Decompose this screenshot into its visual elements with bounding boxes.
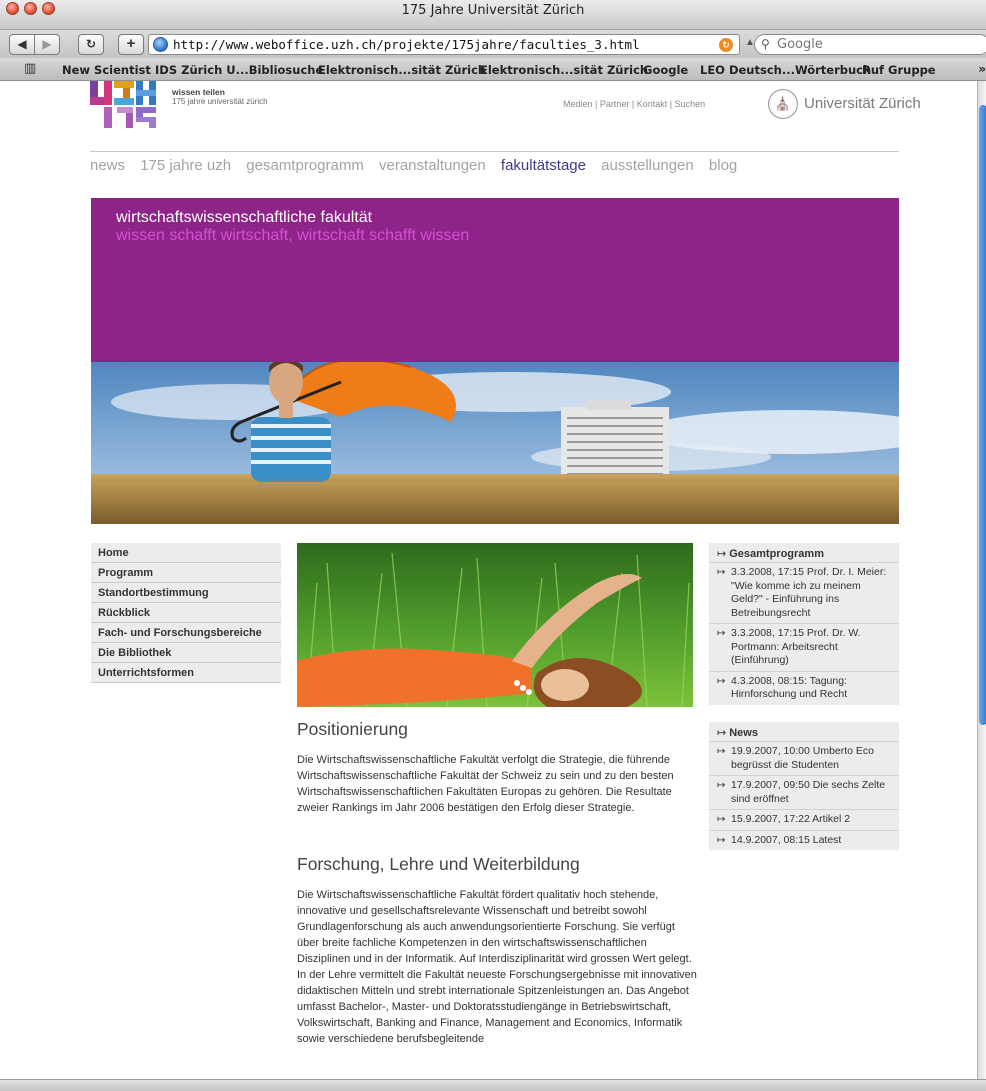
add-bookmark-button[interactable]: + <box>118 34 144 55</box>
banner-subtitle: wissen schafft wirtschaft, wirtschaft sc… <box>116 227 470 244</box>
search-input[interactable] <box>777 36 977 53</box>
nav-175-jahre-uzh[interactable]: 175 jahre uzh <box>140 157 231 174</box>
sidebar-gesamtprogramm-label: Gesamtprogramm <box>729 548 824 560</box>
leftnav-item-programm[interactable]: Programm <box>91 563 281 583</box>
heading-positionierung: Positionierung <box>297 719 408 739</box>
sidebar-news-entry-text: 15.9.2007, 17:22 Artikel 2 <box>731 813 851 825</box>
sidebar-news-entry[interactable]: ↦ 14.9.2007, 08:15 Latest <box>709 829 899 851</box>
bookmark-item[interactable]: Elektronisch...sität Zürich <box>318 63 486 77</box>
sidebar-programm-entry[interactable]: ↦ 3.3.2008, 17:15 Prof. Dr. W. Portmann:… <box>709 623 899 671</box>
paragraph-forschung-lehre: Die Wirtschaftswissenschaftliche Fakultä… <box>297 889 697 1045</box>
bookmark-item[interactable]: Ruf Gruppe <box>862 63 936 77</box>
leftnav-item-fach-und-forschungsbereiche[interactable]: Fach- und Forschungsbereiche <box>91 623 281 643</box>
sidebar-programm-entry-text: 3.3.2008, 17:15 Prof. Dr. I. Meier: "Wie… <box>731 566 887 619</box>
nav-ausstellungen[interactable]: ausstellungen <box>601 157 694 174</box>
rss-icon[interactable]: ↻ <box>719 38 733 52</box>
globe-icon <box>153 37 168 52</box>
university-name[interactable]: Universität Zürich <box>804 95 921 112</box>
sidebar-news-label: News <box>729 727 758 739</box>
scrollbar-thumb[interactable] <box>979 105 986 725</box>
sidebar-programm-entry[interactable]: ↦ 3.3.2008, 17:15 Prof. Dr. I. Meier: "W… <box>709 562 899 623</box>
leftnav-item-bibliothek[interactable]: Die Bibliothek <box>91 643 281 663</box>
nav-blog[interactable]: blog <box>709 157 737 174</box>
header-divider <box>90 151 899 152</box>
sidebar-news-entry[interactable]: ↦ 15.9.2007, 17:22 Artikel 2 <box>709 809 899 830</box>
link-arrow-icon: ↦ <box>717 675 726 687</box>
logo-tagline: wissen teilen 175 jahre universität züri… <box>172 87 268 107</box>
reload-button[interactable]: ↻ <box>78 34 104 55</box>
nav-news[interactable]: news <box>90 157 125 174</box>
back-arrow-icon: ◀ <box>17 37 27 51</box>
bookmark-item[interactable]: IDS Zürich U...Bibliosuche <box>155 63 323 77</box>
nav-fakultaetstage[interactable]: fakultätstage <box>501 157 586 174</box>
link-arrow-icon: ↦ <box>717 780 726 791</box>
link-suchen[interactable]: Suchen <box>675 99 706 109</box>
university-seal-icon[interactable]: ⛪ <box>768 89 798 119</box>
search-box[interactable]: ⚲ <box>754 34 986 55</box>
back-button[interactable]: ◀ <box>9 34 35 55</box>
bookmark-item[interactable]: New Scientist <box>62 63 151 77</box>
faculty-banner: wirtschaftswissenschaftliche fakultät wi… <box>91 198 899 362</box>
banner-title: wirtschaftswissenschaftliche fakultät <box>116 209 373 226</box>
plus-icon: + <box>126 35 136 52</box>
link-arrow-icon: ↦ <box>717 814 726 825</box>
sidebar-news-entry[interactable]: ↦ 19.9.2007, 10:00 Umberto Eco begrüsst … <box>709 741 899 775</box>
status-bar <box>0 1079 986 1091</box>
window-title: 175 Jahre Universität Zürich <box>401 3 585 18</box>
bookmarks-overflow-icon[interactable]: » <box>978 62 986 76</box>
link-arrow-icon: ↦ <box>717 746 726 757</box>
window-titlebar: 175 Jahre Universität Zürich <box>0 0 986 30</box>
forward-arrow-icon: ▶ <box>42 37 52 51</box>
browser-toolbar: ◀ ▶ ↻ + http://www.weboffice.uzh.ch/proj… <box>0 30 986 58</box>
search-icon[interactable]: ⚲ <box>761 37 770 51</box>
link-kontakt[interactable]: Kontakt <box>637 99 668 109</box>
logo-tagline-strong: wissen teilen <box>172 87 225 97</box>
search-area: ▲ ⚲ <box>745 34 986 55</box>
url-text[interactable]: http://www.weboffice.uzh.ch/projekte/175… <box>173 37 640 52</box>
bookmark-item[interactable]: Elektronisch...sität Zürich <box>480 63 648 77</box>
bookmarks-bar: ▥ New Scientist IDS Zürich U...Bibliosuc… <box>0 58 986 81</box>
sidebar-programm-entry[interactable]: ↦ 4.3.2008, 08:15: Tagung: Hirnforschung… <box>709 670 899 705</box>
sidebar-news-entry-text: 17.9.2007, 09:50 Die sechs Zelte sind er… <box>731 779 886 805</box>
utility-links: Medien | Partner | Kontakt | Suchen <box>563 99 706 109</box>
sidebar-programm-entry-text: 4.3.2008, 08:15: Tagung: Hirnforschung u… <box>731 674 848 701</box>
link-arrow-icon: ↦ <box>717 834 726 846</box>
hero-photo <box>91 362 899 524</box>
heading-forschung-lehre: Forschung, Lehre und Weiterbildung <box>297 854 580 874</box>
vertical-scrollbar[interactable] <box>977 81 986 1079</box>
leftnav-item-home[interactable]: Home <box>91 543 281 563</box>
sidebar-gesamtprogramm: ↦ Gesamtprogramm ↦ 3.3.2008, 17:15 Prof. … <box>709 543 899 705</box>
sidebar-news-entry-text: 14.9.2007, 08:15 Latest <box>731 833 842 846</box>
link-medien[interactable]: Medien <box>563 99 593 109</box>
sidebar-news-title[interactable]: ↦ News <box>709 722 899 741</box>
leftnav-item-standortbestimmung[interactable]: Standortbestimmung <box>91 583 281 603</box>
sidebar-news-entry-text: 19.9.2007, 10:00 Umberto Eco begrüsst di… <box>731 745 875 771</box>
leftnav-item-unterrichtsformen[interactable]: Unterrichtsformen <box>91 663 281 683</box>
link-arrow-icon: ↦ <box>717 567 726 578</box>
uzh-logo[interactable] <box>90 81 160 128</box>
sidebar-news-entry[interactable]: ↦ 17.9.2007, 09:50 Die sechs Zelte sind … <box>709 775 899 809</box>
address-bar[interactable]: http://www.weboffice.uzh.ch/projekte/175… <box>148 34 740 55</box>
bookmarks-book-icon[interactable]: ▥ <box>24 61 36 76</box>
logo-tagline-small: 175 jahre universität zürich <box>172 97 268 106</box>
sidebar-news: ↦ News ↦ 19.9.2007, 10:00 Umberto Eco beg… <box>709 722 899 850</box>
link-arrow-icon: ↦ <box>717 727 727 739</box>
paragraph-positionierung: Die Wirtschaftswissenschaftliche Fakultä… <box>297 754 674 814</box>
nav-gesamtprogramm[interactable]: gesamtprogramm <box>246 157 364 174</box>
main-navigation: news 175 jahre uzh gesamtprogramm verans… <box>90 157 748 174</box>
reload-icon: ↻ <box>85 37 97 51</box>
bookmark-item[interactable]: Google <box>643 63 688 77</box>
sidebar-gesamtprogramm-title[interactable]: ↦ Gesamtprogramm <box>709 543 899 562</box>
leftnav-item-rueckblick[interactable]: Rückblick <box>91 603 281 623</box>
sidebar-programm-entry-text: 3.3.2008, 17:15 Prof. Dr. W. Portmann: A… <box>731 627 861 666</box>
link-partner[interactable]: Partner <box>600 99 630 109</box>
link-arrow-icon: ↦ <box>717 548 727 560</box>
left-navigation: Home Programm Standortbestimmung Rückbli… <box>91 543 281 683</box>
forward-button[interactable]: ▶ <box>34 34 60 55</box>
content-photo <box>297 543 693 707</box>
bookmark-item[interactable]: LEO Deutsch...Wörterbuch <box>700 63 871 77</box>
nav-veranstaltungen[interactable]: veranstaltungen <box>379 157 486 174</box>
web-page: wissen teilen 175 jahre universität züri… <box>0 81 977 1079</box>
link-arrow-icon: ↦ <box>717 628 726 639</box>
